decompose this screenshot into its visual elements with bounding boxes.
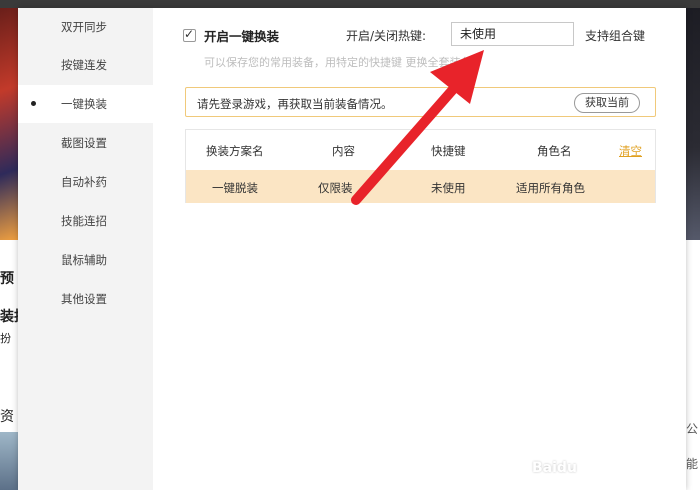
background-text: 公	[685, 422, 698, 436]
table-header: 换装方案名 内容 快捷键 角色名 清空	[186, 130, 655, 170]
background-text: 预	[0, 271, 14, 287]
notice-box: 请先登录游戏，再获取当前装备情况。 获取当前	[185, 87, 656, 117]
scheme-role-cell: 适用所有角色	[516, 181, 585, 195]
background-text: 资	[0, 409, 14, 425]
settings-dialog: 双开同步 按键连发 一键换装 截图设置 自动补药 技能连招 鼠标辅助 其他设置 …	[18, 8, 686, 490]
column-header: 内容	[332, 144, 355, 158]
background-topbar	[0, 0, 700, 8]
active-dot-icon	[31, 101, 36, 106]
settings-sidebar: 双开同步 按键连发 一键换装 截图设置 自动补药 技能连招 鼠标辅助 其他设置	[18, 8, 153, 490]
scheme-name-cell: 一键脱装	[212, 181, 258, 195]
sidebar-item-label: 鼠标辅助	[61, 253, 107, 267]
enable-label: 开启一键换装	[204, 28, 280, 44]
watermark-logo: Baidu	[532, 460, 577, 476]
enable-checkbox[interactable]: ✓	[183, 26, 196, 42]
scheme-content-cell: 仅限装	[318, 181, 353, 195]
hotkey-label: 开启/关闭热键:	[346, 29, 427, 43]
sidebar-item-label: 自动补药	[61, 175, 107, 189]
notice-text: 请先登录游戏，再获取当前装备情况。	[197, 97, 393, 111]
sidebar-item-label: 技能连招	[61, 214, 107, 228]
checkmark-icon: ✓	[184, 26, 195, 41]
column-header: 换装方案名	[206, 144, 264, 158]
fetch-current-button[interactable]: 获取当前	[574, 93, 640, 113]
hotkey-input[interactable]: 未使用	[451, 22, 574, 46]
sidebar-item-key-repeat[interactable]: 按键连发	[18, 46, 153, 84]
equip-scheme-table: 换装方案名 内容 快捷键 角色名 清空 一键脱装 仅限装 未使用 适用所有角色	[185, 129, 656, 203]
background-right-artwork	[686, 8, 700, 240]
sidebar-item-label: 双开同步	[61, 20, 107, 34]
sidebar-item-other[interactable]: 其他设置	[18, 280, 153, 318]
enable-row: ✓ 开启一键换装	[183, 24, 279, 46]
sidebar-item-label: 截图设置	[61, 136, 107, 150]
background-left-artwork	[0, 8, 18, 240]
sidebar-item-mouse-assist[interactable]: 鼠标辅助	[18, 241, 153, 279]
background-text: 扮	[0, 332, 11, 345]
watermark-sub: 经验	[596, 468, 621, 482]
clear-link[interactable]: 清空	[619, 143, 642, 159]
sidebar-item-label: 一键换装	[61, 97, 107, 111]
sidebar-item-skill-combo[interactable]: 技能连招	[18, 202, 153, 240]
sidebar-item-auto-potion[interactable]: 自动补药	[18, 163, 153, 201]
background-thumbnail	[0, 432, 18, 490]
sidebar-item-label: 其他设置	[61, 292, 107, 306]
sidebar-item-label: 按键连发	[61, 58, 107, 72]
sidebar-item-screenshot[interactable]: 截图设置	[18, 124, 153, 162]
settings-content: ✓ 开启一键换装 开启/关闭热键: 未使用 支持组合键 可以保存您的常用装备，用…	[153, 8, 686, 490]
hint-text: 可以保存您的常用装备，用特定的快捷键 更换全套装备。	[204, 56, 483, 69]
scheme-hotkey-cell: 未使用	[431, 181, 466, 195]
sidebar-item-quick-equip[interactable]: 一键换装	[18, 85, 153, 123]
table-row[interactable]: 一键脱装 仅限装 未使用 适用所有角色	[186, 170, 655, 203]
column-header: 角色名	[537, 144, 572, 158]
combo-key-label: 支持组合键	[585, 29, 646, 43]
sidebar-item-dual-sync[interactable]: 双开同步	[18, 8, 153, 46]
column-header: 快捷键	[431, 144, 466, 158]
background-text: 能	[685, 457, 698, 471]
